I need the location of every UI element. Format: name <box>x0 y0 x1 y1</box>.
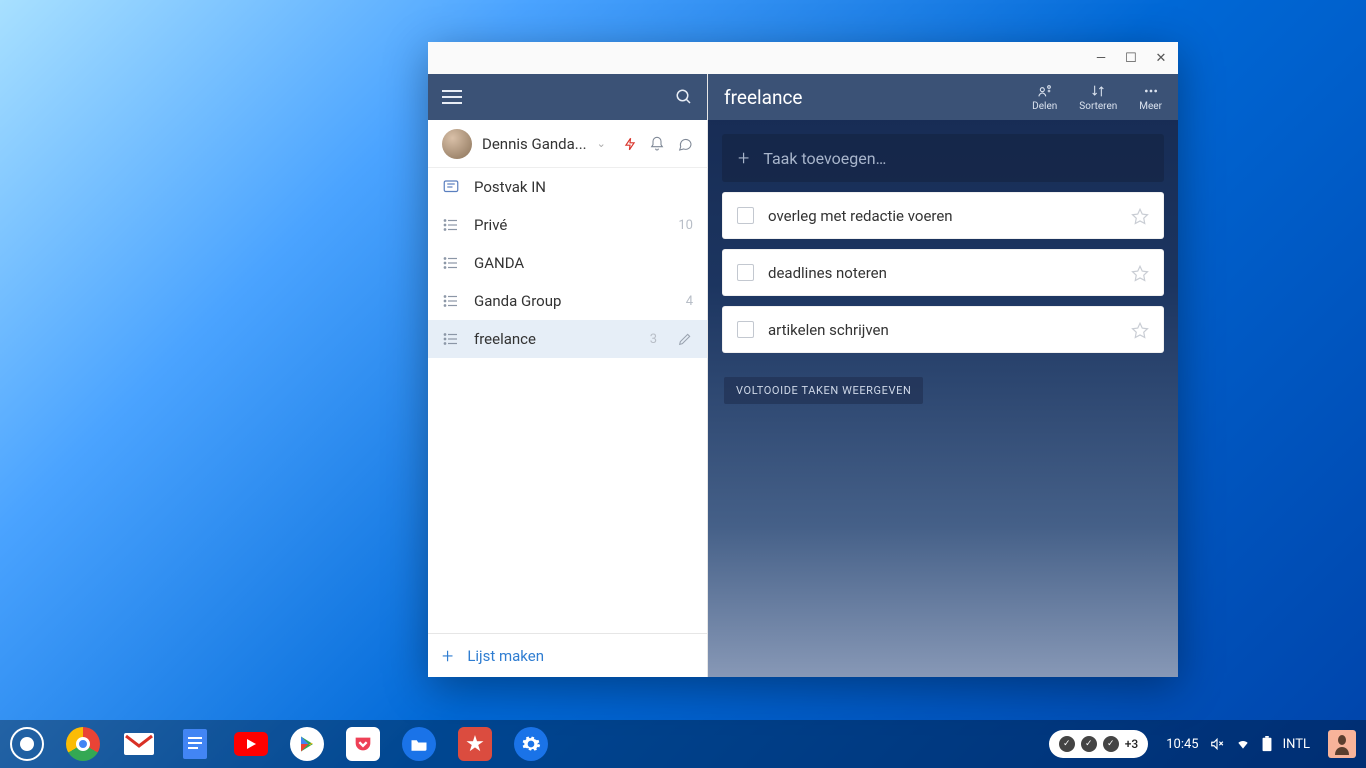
profile-name: Dennis Ganda... <box>482 135 587 153</box>
app-window: — ☐ ✕ Dennis Ganda... ⌄ <box>428 42 1178 677</box>
minimize-button[interactable]: — <box>1092 51 1110 66</box>
task-title: overleg met redactie voeren <box>768 207 953 225</box>
add-task-placeholder: Taak toevoegen… <box>763 149 886 168</box>
play-store-icon[interactable] <box>290 727 324 761</box>
check-icon: ✓ <box>1059 736 1075 752</box>
wunderlist-icon[interactable]: ★ <box>458 727 492 761</box>
sidebar: Dennis Ganda... ⌄ <box>428 74 708 677</box>
list-icon <box>442 330 460 348</box>
sort-icon <box>1090 83 1106 99</box>
star-icon[interactable] <box>1131 321 1149 339</box>
search-icon[interactable] <box>675 88 693 106</box>
inbox-label: Postvak IN <box>474 178 693 196</box>
sidebar-header <box>428 74 707 120</box>
edit-icon[interactable] <box>677 331 693 347</box>
list-title: freelance <box>724 86 803 109</box>
list-icon <box>442 216 460 234</box>
gmail-icon[interactable] <box>122 727 156 761</box>
inbox-icon <box>442 178 460 196</box>
task-row[interactable]: deadlines noteren <box>722 249 1164 296</box>
plus-icon: + <box>442 644 453 668</box>
new-list-label: Lijst maken <box>467 647 544 665</box>
docs-icon[interactable] <box>178 727 212 761</box>
notif-count: +3 <box>1125 737 1138 751</box>
sidebar-list-freelance[interactable]: freelance 3 <box>428 320 707 358</box>
list-count: 10 <box>678 218 693 233</box>
activity-icon[interactable] <box>623 136 637 152</box>
settings-icon[interactable] <box>514 727 548 761</box>
task-row[interactable]: overleg met redactie voeren <box>722 192 1164 239</box>
star-icon[interactable] <box>1131 264 1149 282</box>
task-title: deadlines noteren <box>768 264 887 282</box>
list-label: freelance <box>474 330 636 348</box>
menu-icon[interactable] <box>442 90 462 104</box>
more-button[interactable]: Meer <box>1139 83 1162 112</box>
share-icon <box>1036 83 1054 99</box>
sort-button[interactable]: Sorteren <box>1079 83 1117 112</box>
notification-pill[interactable]: ✓ ✓ ✓ +3 <box>1049 730 1148 758</box>
list-label: Privé <box>474 216 664 234</box>
share-button[interactable]: Delen <box>1032 83 1057 112</box>
sidebar-list-ganda[interactable]: GANDA <box>428 244 707 282</box>
chevron-down-icon[interactable]: ⌄ <box>597 137 606 150</box>
keyboard-layout: INTL <box>1283 737 1310 752</box>
list-icon <box>442 292 460 310</box>
list-icon <box>442 254 460 272</box>
checkbox[interactable] <box>737 264 754 281</box>
clock: 10:45 <box>1166 737 1198 752</box>
more-icon <box>1142 83 1160 99</box>
list-count: 3 <box>650 332 657 347</box>
chrome-icon[interactable] <box>66 727 100 761</box>
check-icon: ✓ <box>1103 736 1119 752</box>
pocket-icon[interactable] <box>346 727 380 761</box>
avatar <box>442 129 472 159</box>
sidebar-list-prive[interactable]: Privé 10 <box>428 206 707 244</box>
maximize-button[interactable]: ☐ <box>1122 51 1140 66</box>
check-icon: ✓ <box>1081 736 1097 752</box>
task-title: artikelen schrijven <box>768 321 889 339</box>
checkbox[interactable] <box>737 321 754 338</box>
sidebar-list-ganda-group[interactable]: Ganda Group 4 <box>428 282 707 320</box>
mute-icon <box>1209 737 1225 751</box>
battery-icon <box>1261 736 1273 752</box>
titlebar: — ☐ ✕ <box>428 42 1178 74</box>
checkbox[interactable] <box>737 207 754 224</box>
bell-icon[interactable] <box>649 136 665 152</box>
show-completed-button[interactable]: VOLTOOIDE TAKEN WEERGEVEN <box>724 377 923 404</box>
plus-icon: + <box>738 146 749 170</box>
youtube-icon[interactable] <box>234 727 268 761</box>
wifi-icon <box>1235 737 1251 751</box>
chat-icon[interactable] <box>677 136 693 152</box>
main-panel: freelance Delen Sorteren Meer <box>708 74 1178 677</box>
main-header: freelance Delen Sorteren Meer <box>708 74 1178 120</box>
close-button[interactable]: ✕ <box>1152 51 1170 66</box>
list-count: 4 <box>686 294 693 309</box>
list-label: Ganda Group <box>474 292 672 310</box>
list-label: GANDA <box>474 254 679 272</box>
task-row[interactable]: artikelen schrijven <box>722 306 1164 353</box>
user-avatar[interactable] <box>1328 730 1356 758</box>
profile-row[interactable]: Dennis Ganda... ⌄ <box>428 120 707 168</box>
star-icon[interactable] <box>1131 207 1149 225</box>
sidebar-inbox[interactable]: Postvak IN <box>428 168 707 206</box>
add-task-input[interactable]: + Taak toevoegen… <box>722 134 1164 182</box>
system-tray[interactable]: 10:45 INTL <box>1158 736 1318 752</box>
new-list-button[interactable]: + Lijst maken <box>428 633 707 677</box>
os-taskbar: ★ ✓ ✓ ✓ +3 10:45 INTL <box>0 720 1366 768</box>
files-icon[interactable] <box>402 727 436 761</box>
launcher-button[interactable] <box>10 727 44 761</box>
